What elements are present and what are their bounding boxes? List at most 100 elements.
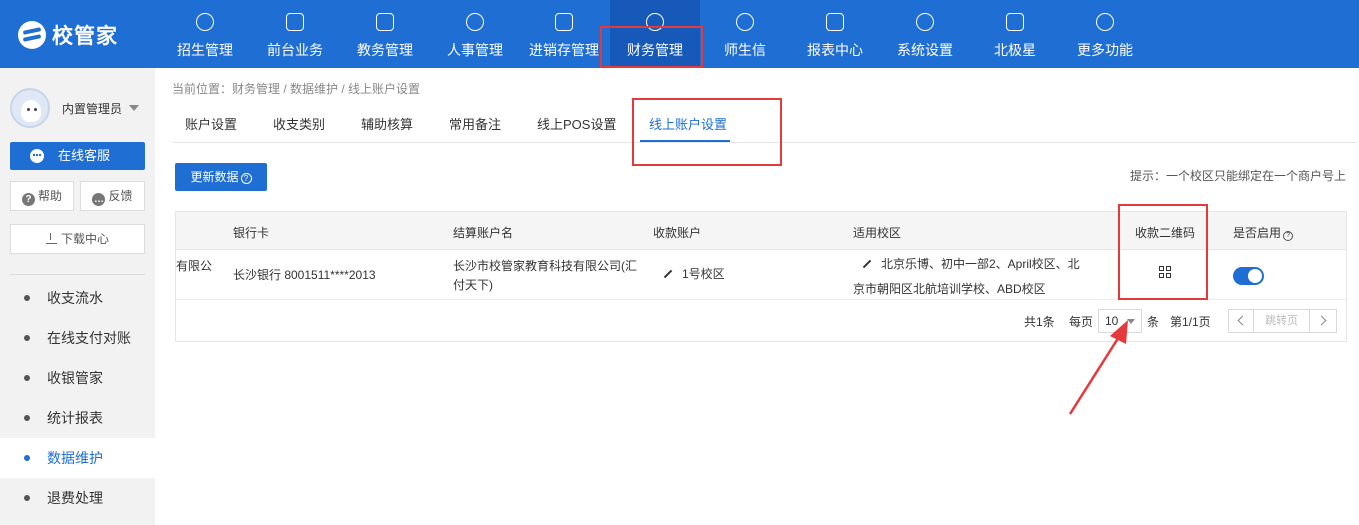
download-label: 下载中心 — [60, 232, 109, 246]
feedback-icon: … — [92, 193, 106, 206]
nav-inventory[interactable]: 进销存管理 — [520, 0, 608, 68]
caret-down-icon[interactable] — [129, 105, 139, 111]
highlight-box-qrcode — [1118, 204, 1208, 300]
username[interactable]: 内置管理员 — [62, 100, 122, 117]
bullet-icon — [24, 495, 30, 501]
enabled-toggle[interactable] — [1233, 267, 1264, 285]
star-icon — [1006, 13, 1024, 31]
user-add-icon — [196, 13, 214, 31]
breadcrumb: 当前位置：财务管理 / 数据维护 / 线上账户设置 — [172, 82, 421, 96]
question-icon: ? — [21, 193, 35, 206]
chat-bubble-icon — [30, 149, 44, 163]
chat-icon — [736, 13, 754, 31]
cell-settlement-name: 长沙市校管家教育科技有限公司(汇 — [453, 259, 637, 273]
arrow-shaft — [1068, 331, 1124, 415]
sidebar-item-label: 收支流水 — [47, 290, 103, 306]
hint-text: 提示：一个校区只能绑定在一个商户号上 — [1130, 169, 1347, 183]
book-icon — [376, 13, 394, 31]
sidebar-divider — [10, 274, 145, 275]
column-header: 收款账户 — [653, 226, 702, 240]
chevron-right-icon — [1316, 315, 1327, 326]
nav-hr[interactable]: 人事管理 — [430, 0, 520, 68]
column-header: 结算账户名 — [453, 226, 514, 240]
logo-text: 校管家 — [52, 25, 118, 48]
question-icon[interactable]: ? — [240, 173, 252, 184]
refresh-data-button[interactable]: 更新数据? — [175, 163, 267, 191]
help-button[interactable]: ? 帮助 — [10, 181, 74, 211]
sidebar-item-statistics[interactable]: 统计报表 — [0, 398, 155, 438]
feedback-button[interactable]: … 反馈 — [80, 181, 145, 211]
bullet-icon — [24, 295, 30, 301]
cell-merchant-name: 有限公 — [176, 259, 213, 273]
tab-online-pos[interactable]: 线上POS设置 — [537, 114, 616, 133]
bullet-icon — [24, 335, 30, 341]
more-icon — [1096, 13, 1114, 31]
pagination-total: 共1条 — [1024, 315, 1055, 329]
nav-enrollment[interactable]: 招生管理 — [160, 0, 250, 68]
nav-label: 人事管理 — [447, 42, 503, 58]
sidebar-item-refund[interactable]: 退费处理 — [0, 478, 155, 518]
refresh-data-label: 更新数据 — [190, 170, 239, 184]
prev-page-button[interactable] — [1228, 309, 1254, 333]
question-icon[interactable]: ? — [1283, 231, 1294, 241]
cell-campus: 北京乐博、初中一部2、April校区、北 — [862, 254, 1080, 274]
sidebar-item-data-maintenance[interactable]: 数据维护 — [0, 438, 155, 478]
nav-settings[interactable]: 系统设置 — [880, 0, 970, 68]
cell-settlement-name-cont: 付天下) — [453, 278, 493, 292]
tab-account-settings[interactable]: 账户设置 — [185, 114, 237, 133]
bullet-icon — [24, 415, 30, 421]
nav-messaging[interactable]: 师生信 — [700, 0, 790, 68]
edit-icon[interactable] — [663, 269, 673, 279]
sidebar-item-label: 统计报表 — [47, 410, 103, 426]
sidebar-item-label: 数据维护 — [47, 450, 103, 466]
nav-front-desk[interactable]: 前台业务 — [250, 0, 340, 68]
nav-label: 报表中心 — [807, 42, 863, 58]
sidebar: 内置管理员 在线客服 ? 帮助 … 反馈 下载中心 收支流水 在线支付对账 收银管家… — [0, 68, 155, 525]
pagination-page-info: 第1/1页 — [1170, 315, 1211, 329]
bullet-icon — [24, 455, 30, 461]
sidebar-item-label: 在线支付对账 — [47, 330, 131, 346]
tab-income-categories[interactable]: 收支类别 — [273, 114, 325, 133]
sidebar-item-label: 退费处理 — [47, 490, 103, 506]
settings-icon — [916, 13, 934, 31]
cell-bank-card: 长沙银行 8001511****2013 — [233, 268, 376, 282]
nav-label: 前台业务 — [267, 42, 323, 58]
person-icon — [466, 13, 484, 31]
nav-more[interactable]: 更多功能 — [1060, 0, 1150, 68]
cell-collect-account: 1号校区 — [663, 264, 725, 284]
collect-account-label: 1号校区 — [682, 267, 725, 281]
cell-campus-cont: 京市朝阳区北航培训学校、ABD校区 — [853, 282, 1046, 296]
sidebar-item-label: 收银管家 — [47, 370, 103, 386]
column-header-label: 是否启用 — [1233, 226, 1282, 240]
edit-icon[interactable] — [862, 259, 872, 269]
online-service-button[interactable]: 在线客服 — [10, 142, 145, 170]
nav-polaris[interactable]: 北极星 — [970, 0, 1060, 68]
sidebar-item-cashier[interactable]: 收银管家 — [0, 358, 155, 398]
tab-common-notes[interactable]: 常用备注 — [449, 114, 501, 133]
next-page-button[interactable] — [1310, 309, 1337, 333]
bullet-icon — [24, 375, 30, 381]
sidebar-item-transactions[interactable]: 收支流水 — [0, 278, 155, 318]
inventory-icon — [555, 13, 573, 31]
nav-label: 招生管理 — [177, 42, 233, 58]
arrow-head — [1110, 320, 1128, 344]
nav-reports[interactable]: 报表中心 — [790, 0, 880, 68]
nav-label: 系统设置 — [897, 42, 953, 58]
annotation-arrow — [1068, 320, 1128, 415]
avatar[interactable] — [10, 88, 50, 128]
nav-label: 进销存管理 — [529, 42, 599, 58]
monitor-icon — [286, 13, 304, 31]
online-service-label: 在线客服 — [58, 148, 111, 163]
highlight-box-nav — [600, 26, 703, 68]
nav-label: 北极星 — [994, 42, 1036, 58]
report-icon — [826, 13, 844, 31]
download-center-button[interactable]: 下载中心 — [10, 224, 145, 254]
highlight-box-tab — [632, 98, 782, 166]
jump-page-input[interactable]: 跳转页 — [1254, 309, 1310, 333]
chevron-left-icon — [1237, 315, 1248, 326]
sidebar-item-online-reconcile[interactable]: 在线支付对账 — [0, 318, 155, 358]
nav-academic[interactable]: 教务管理 — [340, 0, 430, 68]
nav-label: 教务管理 — [357, 42, 413, 58]
tab-auxiliary-accounting[interactable]: 辅助核算 — [361, 114, 413, 133]
app-logo[interactable]: 校管家 — [18, 20, 118, 50]
